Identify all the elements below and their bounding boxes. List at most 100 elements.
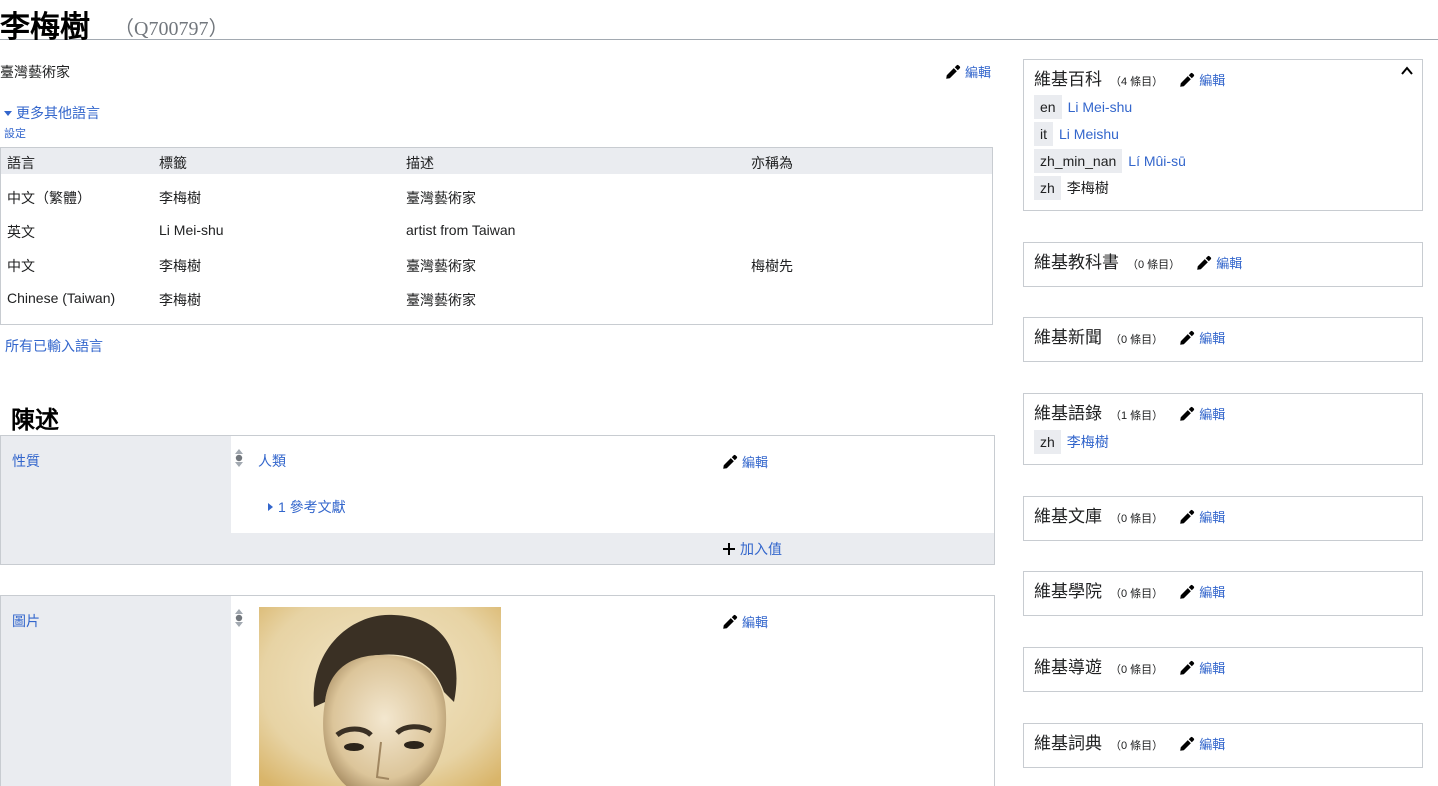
all-languages-link[interactable]: 所有已輸入語言: [5, 336, 103, 356]
cell-description: 臺灣藝術家: [406, 190, 476, 206]
statement-group-image: 圖片 編輯: [0, 595, 995, 786]
sitelinks-header: 維基語錄 （1 條目） 編輯: [1034, 399, 1225, 424]
edit-label: 編輯: [1199, 73, 1226, 88]
edit-label: 編輯: [742, 615, 769, 630]
add-value-label: 加入值: [740, 541, 782, 557]
cell-label: 李梅樹: [159, 258, 201, 274]
normal-rank-icon[interactable]: [233, 607, 245, 629]
table-row: Chinese (Taiwan) 李梅樹 臺灣藝術家: [1, 282, 992, 316]
edit-statement-button[interactable]: 編輯: [722, 452, 768, 471]
property-cell: 圖片: [1, 596, 231, 786]
cell-language: 英文: [7, 224, 35, 240]
edit-sitelinks-button[interactable]: 編輯: [1179, 330, 1226, 346]
table-row: 中文（繁體） 李梅樹 臺灣藝術家: [1, 180, 992, 214]
sitelinks-group-name: 維基百科: [1034, 70, 1102, 89]
language-table-header: 語言 標籤 描述 亦稱為: [1, 148, 992, 174]
edit-label: 編輯: [1199, 331, 1226, 346]
sitelinks-header: 維基新聞 （0 條目） 編輯: [1034, 323, 1225, 348]
triangle-right-icon: [268, 503, 273, 511]
cell-label: Li Mei-shu: [159, 222, 224, 238]
edit-label: 編輯: [742, 455, 769, 470]
sitelinks-count: （0 條目）: [1110, 664, 1164, 676]
statement-group-instance-of: 性質 人類 編輯 1 參考文獻 加入值: [0, 435, 995, 565]
site-code: it: [1034, 122, 1053, 146]
sitelink-row: it Li Meishu: [1034, 122, 1119, 146]
cell-description: 臺灣藝術家: [406, 258, 476, 274]
references-toggle[interactable]: 1 參考文獻: [268, 497, 346, 517]
triangle-down-icon: [4, 111, 12, 116]
sitelinks-count: （0 條目）: [1127, 259, 1181, 271]
sitelink-title[interactable]: Li Meishu: [1059, 126, 1119, 142]
edit-description-button[interactable]: 編輯: [945, 62, 991, 81]
edit-statement-button[interactable]: 編輯: [722, 612, 768, 631]
column-header: 標籤: [159, 155, 187, 171]
settings-link[interactable]: 設定: [4, 125, 26, 141]
site-code: zh: [1034, 176, 1061, 200]
sitelinks-header: 維基學院 （0 條目） 編輯: [1034, 577, 1225, 602]
column-header: 描述: [406, 155, 434, 171]
edit-label: 編輯: [1199, 661, 1226, 676]
sitelinks-header: 維基百科 （4 條目） 編輯: [1034, 65, 1225, 90]
more-languages-toggle[interactable]: 更多其他語言: [4, 103, 100, 123]
sitelinks-wikiversity: 維基學院 （0 條目） 編輯: [1023, 571, 1423, 616]
edit-sitelinks-button[interactable]: 編輯: [1179, 406, 1226, 422]
sitelinks-header: 維基導遊 （0 條目） 編輯: [1034, 653, 1225, 678]
pencil-icon: [1180, 72, 1195, 87]
sitelinks-group-name: 維基文庫: [1034, 507, 1102, 526]
edit-sitelinks-button[interactable]: 編輯: [1196, 255, 1242, 271]
sitelink-row: zh_min_nan Lí Mûi-sū: [1034, 149, 1186, 173]
pencil-icon: [1197, 255, 1212, 270]
add-value-button[interactable]: 加入值: [723, 539, 782, 559]
statement-value-link[interactable]: 人類: [258, 451, 286, 471]
property-link[interactable]: 性質: [12, 451, 40, 471]
pencil-icon: [1180, 736, 1195, 751]
sitelinks-count: （4 條目）: [1110, 76, 1164, 88]
portrait-image[interactable]: [259, 607, 501, 786]
edit-sitelinks-button[interactable]: 編輯: [1179, 584, 1225, 600]
edit-sitelinks-button[interactable]: 編輯: [1179, 736, 1226, 752]
cell-language: 中文: [7, 258, 35, 274]
site-code: zh_min_nan: [1034, 149, 1123, 173]
sitelink-title: 李梅樹: [1066, 180, 1109, 196]
sitelinks-wiktionary: 維基詞典 （0 條目） 編輯: [1023, 723, 1423, 768]
add-value-bar: 加入值: [231, 533, 994, 564]
sitelinks-header: 維基詞典 （0 條目） 編輯: [1034, 729, 1225, 754]
cell-label: 李梅樹: [159, 190, 201, 206]
sitelink-title[interactable]: Li Mei-shu: [1068, 99, 1133, 115]
edit-sitelinks-button[interactable]: 編輯: [1179, 660, 1226, 676]
edit-label: 編輯: [965, 65, 992, 80]
sitelinks-count: （1 條目）: [1110, 410, 1164, 422]
pencil-icon: [946, 64, 961, 79]
sitelinks-wikinews: 維基新聞 （0 條目） 編輯: [1023, 317, 1423, 362]
site-code: en: [1034, 95, 1062, 119]
edit-sitelinks-button[interactable]: 編輯: [1179, 509, 1225, 525]
pencil-icon: [1180, 330, 1195, 345]
edit-sitelinks-button[interactable]: 編輯: [1179, 72, 1226, 88]
pencil-icon: [1180, 509, 1195, 524]
more-languages-label: 更多其他語言: [16, 105, 100, 121]
cell-description: 臺灣藝術家: [406, 292, 476, 308]
sitelink-title[interactable]: Lí Mûi-sū: [1128, 153, 1186, 169]
title-bar: 李梅樹 （Q700797）: [0, 0, 1438, 44]
chevron-up-icon[interactable]: [1400, 64, 1414, 78]
pencil-icon: [1180, 584, 1195, 599]
item-id: （Q700797）: [114, 18, 229, 40]
pencil-icon: [723, 454, 738, 469]
edit-label: 編輯: [1199, 737, 1226, 752]
sitelinks-group-name: 維基教科書: [1034, 253, 1119, 272]
cell-aliases: 梅樹先: [751, 258, 793, 274]
references-label: 1 參考文獻: [278, 499, 346, 515]
statements-heading: 陳述: [11, 408, 59, 434]
sitelinks-header: 維基文庫 （0 條目） 編輯: [1034, 502, 1225, 527]
sitelinks-wikivoyage: 維基導遊 （0 條目） 編輯: [1023, 647, 1423, 692]
site-code: zh: [1034, 430, 1061, 454]
sitelinks-group-name: 維基導遊: [1034, 658, 1102, 677]
cell-description: artist from Taiwan: [406, 222, 516, 238]
normal-rank-icon[interactable]: [233, 447, 245, 469]
sitelink-title[interactable]: 李梅樹: [1067, 434, 1109, 450]
sitelinks-group-name: 維基新聞: [1034, 328, 1102, 347]
edit-label: 編輯: [1199, 407, 1226, 422]
property-link[interactable]: 圖片: [12, 611, 40, 631]
sitelinks-count: （0 條目）: [1110, 740, 1164, 752]
sitelinks-wikisource: 維基文庫 （0 條目） 編輯: [1023, 496, 1423, 541]
